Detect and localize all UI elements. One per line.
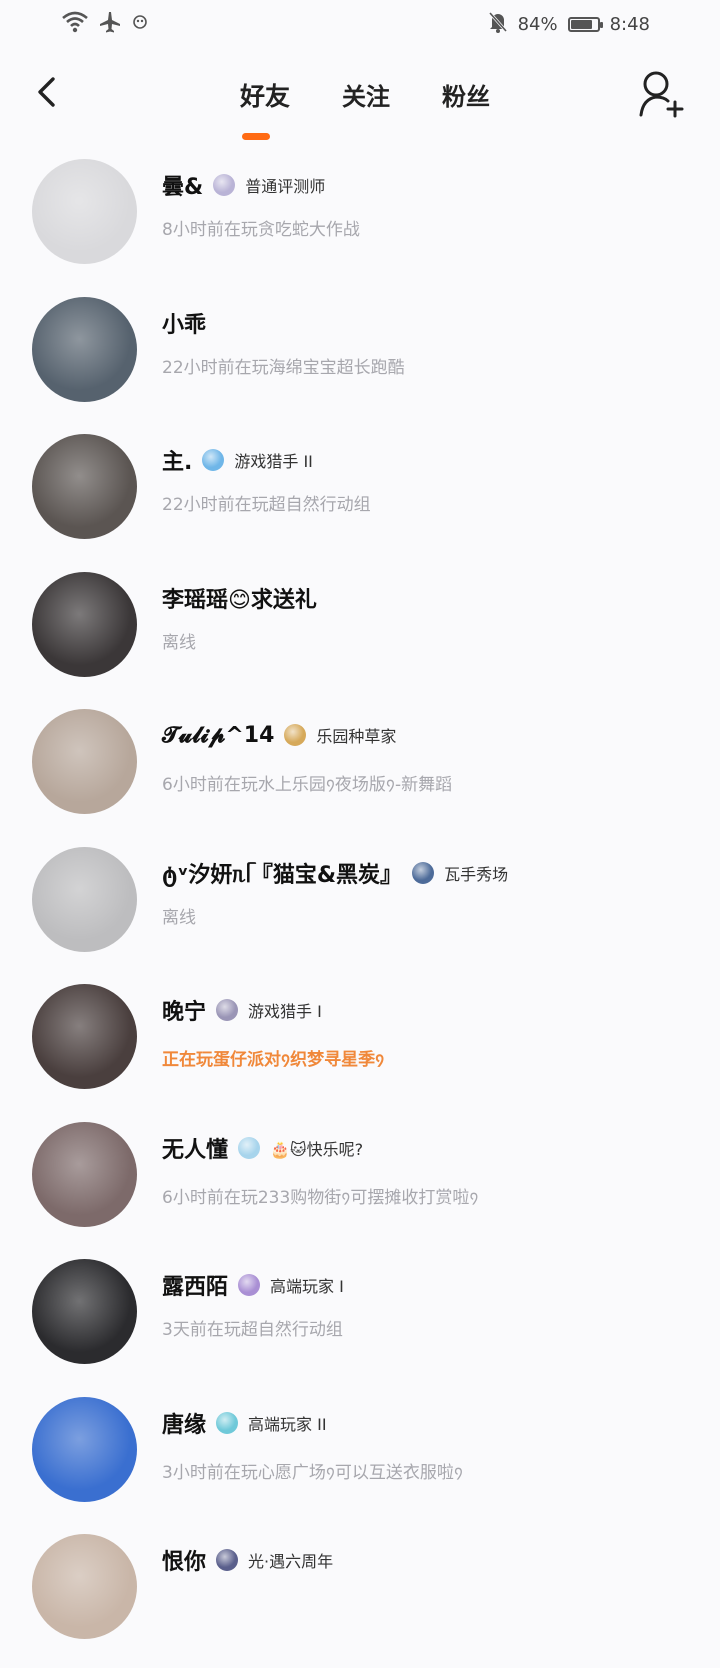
title-badge-icon [284,724,307,746]
friend-status: 离线 [162,907,196,928]
clock: 8:48 [609,13,650,35]
title-badge-label: 游戏猎手 II [234,452,313,471]
tab-fans[interactable]: 粉丝 [438,73,494,117]
friend-row[interactable]: 唐缘 高端玩家 II 3小时前在玩心愿广场᠀可以互送衣服啦᠀ [0,1393,720,1531]
friend-name: 恨你 [162,1550,207,1575]
avatar[interactable] [32,846,137,952]
friend-name: 露西陌 [162,1275,229,1300]
friend-status: 离线 [162,632,196,653]
bell-muted-icon [488,11,508,38]
title-badge-label: 🎂🐱快乐呢? [270,1139,364,1159]
avatar[interactable] [32,434,137,539]
add-friend-icon [639,71,684,118]
friend-row[interactable]: 无人懂 🎂🐱快乐呢? 6小时前在玩233购物街᠀可摆摊收打赏啦᠀ [0,1118,720,1256]
friend-row[interactable]: 恨你 光·遇六周年 [0,1530,720,1668]
friend-name: 小乖 [162,312,207,338]
avatar[interactable] [32,709,137,814]
name-line: ტᵛ汐妍ᥰᥬ『猫宝&黑炭』 瓦手秀场 [162,857,508,889]
friend-status: 正在玩蛋仔派对᠀织梦寻星季᠀ [162,1050,385,1070]
battery-fill [570,19,593,29]
name-line: 𝓣𝓾𝓵𝓲𝓹^14 乐园种草家 [162,719,396,751]
tab-friends[interactable]: 好友 [236,73,294,117]
status-bar: 84% 8:48 [0,0,720,48]
header: 好友 关注 粉丝 [0,55,720,145]
friend-status: 22小时前在玩超自然行动组 [162,495,371,515]
status-icons-right: 84% 8:48 [488,10,650,38]
friend-row[interactable]: 李瑶瑶😊求送礼离线 [0,568,720,706]
friend-status: 22小时前在玩海绵宝宝超长跑酷 [162,357,405,378]
title-badge-label: 游戏猎手 I [248,1002,322,1021]
title-badge-icon [213,174,236,196]
notification-app-icon [132,14,148,34]
title-badge-label: 乐园种草家 [316,727,397,746]
friend-row[interactable]: 晚宁 游戏猎手 I 正在玩蛋仔派对᠀织梦寻星季᠀ [0,980,720,1118]
title-badge-label: 高端玩家 II [248,1414,327,1434]
name-line: 主. 游戏猎手 II [162,444,313,476]
name-line: 李瑶瑶😊求送礼 [162,582,317,614]
avatar[interactable] [32,1534,137,1639]
friend-status: 3天前在玩超自然行动组 [162,1320,343,1340]
friend-row[interactable]: 露西陌 高端玩家 I 3天前在玩超自然行动组 [0,1255,720,1393]
title-badge-label: 光·遇六周年 [248,1552,334,1571]
friend-name: 无人懂 [162,1137,229,1163]
title-badge-label: 普通评测师 [245,177,326,196]
friend-row[interactable]: 主. 游戏猎手 II 22小时前在玩超自然行动组 [0,430,720,568]
friend-row[interactable]: ტᵛ汐妍ᥰᥬ『猫宝&黑炭』 瓦手秀场离线 [0,843,720,981]
name-line: 露西陌 高端玩家 I [162,1269,344,1301]
title-badge-icon [238,1274,261,1296]
friend-status: 8小时前在玩贪吃蛇大作战 [162,220,360,240]
wifi-icon [62,11,88,37]
name-line: 小乖 [162,307,206,339]
name-line: 晚宁 游戏猎手 I [162,994,322,1026]
avatar[interactable] [32,984,137,1089]
status-icons-left [62,10,148,38]
tab-bar: 好友 关注 粉丝 [0,73,720,117]
friend-name: 曇& [162,175,204,200]
title-badge-label: 高端玩家 I [270,1277,344,1296]
friend-row[interactable]: 曇& 普通评测师 8小时前在玩贪吃蛇大作战 [0,155,720,293]
avatar[interactable] [32,1259,137,1364]
title-badge-icon [202,449,225,471]
friend-status: 6小时前在玩233购物街᠀可摆摊收打赏啦᠀ [162,1187,479,1208]
avatar[interactable] [32,296,137,402]
friend-name: ტᵛ汐妍ᥰᥬ『猫宝&黑炭』 [162,862,403,888]
friend-status: 6小时前在玩水上乐园᠀夜场版᠀-新舞蹈 [162,775,453,795]
title-badge-icon [412,861,435,884]
avatar[interactable] [32,571,137,677]
name-line: 无人懂 🎂🐱快乐呢? [162,1132,363,1164]
title-badge-icon [216,999,239,1021]
friend-name: 晚宁 [162,1000,207,1025]
title-badge-icon [216,1549,239,1571]
name-line: 唐缘 高端玩家 II [162,1407,327,1439]
name-line: 曇& 普通评测师 [162,169,325,201]
title-badge-label: 瓦手秀场 [444,864,509,884]
friend-name: 𝓣𝓾𝓵𝓲𝓹^14 [162,722,275,748]
friend-status: 3小时前在玩心愿广场᠀可以互送衣服啦᠀ [162,1462,463,1483]
friend-name: 唐缘 [162,1412,207,1438]
name-line: 恨你 光·遇六周年 [162,1544,333,1576]
title-badge-icon [238,1136,261,1159]
add-friend-button[interactable] [638,69,686,119]
avatar[interactable] [32,159,137,264]
active-tab-indicator [242,133,270,140]
title-badge-icon [216,1411,239,1434]
friend-name: 主. [162,450,193,475]
tab-following[interactable]: 关注 [338,73,394,117]
airplane-icon [98,10,122,38]
friend-row[interactable]: 小乖 22小时前在玩海绵宝宝超长跑酷 [0,293,720,431]
battery-icon [567,16,603,32]
battery-percent: 84% [517,13,558,35]
avatar[interactable] [32,1396,137,1502]
friend-list: 曇& 普通评测师 8小时前在玩贪吃蛇大作战小乖 22小时前在玩海绵宝宝超长跑酷主. 游戏… [0,155,720,1668]
avatar[interactable] [32,1121,137,1227]
friend-name: 李瑶瑶😊求送礼 [162,587,317,613]
friend-row[interactable]: 𝓣𝓾𝓵𝓲𝓹^14 乐园种草家 6小时前在玩水上乐园᠀夜场版᠀-新舞蹈 [0,705,720,843]
